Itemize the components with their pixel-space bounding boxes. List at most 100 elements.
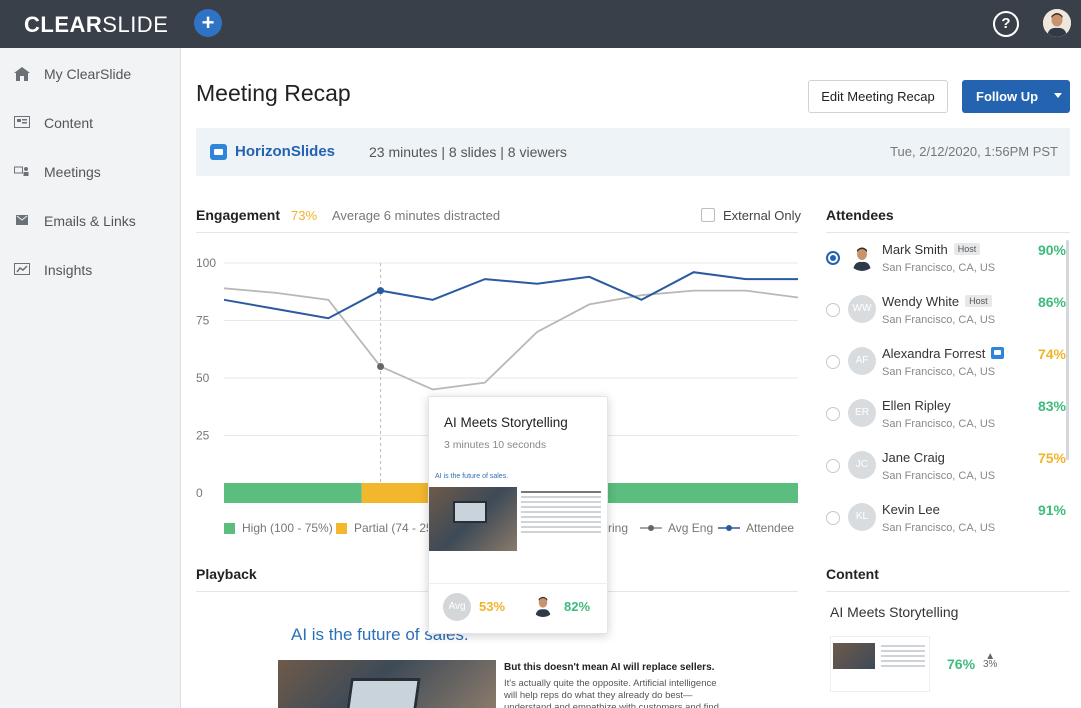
attendee-name: Mark Smith Host bbox=[882, 242, 981, 257]
attendee-radio[interactable] bbox=[826, 355, 840, 369]
laptop-image bbox=[453, 501, 487, 523]
tooltip-title: AI Meets Storytelling bbox=[444, 415, 568, 430]
attendee-name: Jane Craig bbox=[882, 450, 945, 465]
presentation-icon bbox=[210, 144, 227, 160]
legend-label: Avg Eng bbox=[668, 521, 714, 535]
attendee-location: San Francisco, CA, US bbox=[882, 262, 996, 274]
sidebar-item-emails-links[interactable]: Emails & Links bbox=[14, 211, 136, 231]
follow-up-button[interactable]: Follow Up bbox=[962, 80, 1070, 113]
engagement-title: Engagement bbox=[196, 207, 281, 223]
playback-title: Playback bbox=[196, 566, 257, 582]
tooltip-text-lines bbox=[521, 491, 601, 536]
y-tick-label: 100 bbox=[196, 256, 216, 270]
legend-low: ring bbox=[608, 521, 628, 535]
attendee-percent: 86% bbox=[1037, 294, 1066, 310]
email-icon bbox=[14, 214, 30, 228]
slide-bold-text: But this doesn't mean AI will replace se… bbox=[504, 662, 715, 673]
sidebar-item-label: My ClearSlide bbox=[44, 66, 132, 82]
attendee-location: San Francisco, CA, US bbox=[882, 314, 996, 326]
attendees-scrollbar[interactable] bbox=[1066, 240, 1069, 460]
attendee-row[interactable]: AF Alexandra Forrest San Francisco, CA, … bbox=[826, 346, 1066, 392]
divider bbox=[826, 591, 1070, 592]
legend-swatch bbox=[336, 522, 347, 534]
clearslide-logo[interactable]: CLEARSLIDE bbox=[24, 12, 168, 38]
meetings-icon bbox=[14, 165, 30, 179]
content-title: Content bbox=[826, 566, 879, 582]
attendee-row[interactable]: JC Jane Craig San Francisco, CA, US 75% bbox=[826, 450, 1066, 496]
user-avatar-icon bbox=[1043, 9, 1071, 37]
tooltip-slide-thumbnail: AI is the future of sales. bbox=[429, 469, 609, 579]
attendee-avatar: ER bbox=[848, 399, 876, 427]
attendee-radio[interactable] bbox=[826, 251, 840, 265]
host-badge: Host bbox=[965, 295, 992, 307]
attendee-row[interactable]: Mark Smith Host San Francisco, CA, US 90% bbox=[826, 242, 1066, 288]
attendee-avatar bbox=[531, 593, 555, 617]
attendee-avatar: WW bbox=[848, 295, 876, 323]
attendee-percent: 83% bbox=[1037, 398, 1066, 414]
sidebar-item-insights[interactable]: Insights bbox=[14, 260, 92, 280]
attendee-location: San Francisco, CA, US bbox=[882, 366, 996, 378]
attendee-percent: 74% bbox=[1037, 346, 1066, 362]
attendee-radio[interactable] bbox=[826, 407, 840, 421]
attendee-name: Alexandra Forrest bbox=[882, 346, 1005, 361]
series-line-attendee bbox=[223, 271, 798, 320]
content-item-name[interactable]: AI Meets Storytelling bbox=[830, 604, 958, 620]
tooltip-photo bbox=[429, 487, 517, 551]
attendee-row[interactable]: ER Ellen Ripley San Francisco, CA, US 83… bbox=[826, 398, 1066, 444]
edit-meeting-recap-button[interactable]: Edit Meeting Recap bbox=[808, 80, 948, 113]
sidebar-item-label: Insights bbox=[44, 262, 93, 278]
sidebar-item-label: Content bbox=[44, 115, 94, 131]
presentation-name[interactable]: HorizonSlides bbox=[235, 143, 335, 160]
attendee-radio[interactable] bbox=[826, 303, 840, 317]
sidebar: My ClearSlide Content Meetings Emails & … bbox=[0, 48, 181, 708]
attendee-location: San Francisco, CA, US bbox=[882, 522, 996, 534]
attendee-name: Ellen Ripley bbox=[882, 398, 951, 413]
sidebar-item-content[interactable]: Content bbox=[14, 113, 93, 133]
attendee-percent: 75% bbox=[1037, 450, 1066, 466]
legend-swatch bbox=[224, 522, 235, 534]
add-button[interactable]: + bbox=[194, 9, 222, 37]
attendee-name: Kevin Lee bbox=[882, 502, 940, 517]
insights-icon bbox=[14, 263, 30, 277]
attendee-avatar: AF bbox=[848, 347, 876, 375]
avg-avatar: Avg bbox=[443, 593, 471, 621]
meeting-info-bar: HorizonSlides 23 minutes | 8 slides | 8 … bbox=[196, 128, 1070, 176]
attendee-percent: 91% bbox=[1037, 502, 1066, 518]
divider bbox=[429, 583, 609, 584]
attendee-avatar: KL bbox=[848, 503, 876, 531]
attendee-name: Wendy White Host bbox=[882, 294, 992, 309]
sidebar-item-label: Emails & Links bbox=[44, 213, 136, 229]
legend-label: ring bbox=[608, 521, 629, 535]
sidebar-item-my-clearslide[interactable]: My ClearSlide bbox=[14, 64, 131, 84]
avg-eng-point bbox=[377, 363, 385, 370]
external-only-label[interactable]: External Only bbox=[723, 208, 801, 223]
person-photo-icon bbox=[531, 593, 555, 617]
legend-partial: Partial (74 - 25 bbox=[336, 521, 433, 535]
attendee-location: San Francisco, CA, US bbox=[882, 418, 996, 430]
plus-icon: + bbox=[201, 10, 215, 35]
attendee-row[interactable]: WW Wendy White Host San Francisco, CA, US… bbox=[826, 294, 1066, 340]
content-delta: ▲ 3% bbox=[983, 651, 998, 670]
attendees-title: Attendees bbox=[826, 207, 894, 223]
legend-high: High (100 - 75%) bbox=[224, 521, 333, 535]
content-thumbnail[interactable] bbox=[830, 636, 930, 692]
content-percent: 76% bbox=[947, 656, 976, 672]
sidebar-item-meetings[interactable]: Meetings bbox=[14, 162, 101, 182]
series-line-avg-eng bbox=[223, 287, 799, 391]
external-only-checkbox[interactable] bbox=[701, 208, 715, 222]
slide-tooltip: AI Meets Storytelling 3 minutes 10 secon… bbox=[428, 396, 609, 634]
tooltip-attendee-percent: 82% bbox=[564, 599, 591, 614]
help-button[interactable]: ? bbox=[993, 11, 1019, 37]
attendee-radio[interactable] bbox=[826, 511, 840, 525]
attendee-radio[interactable] bbox=[826, 459, 840, 473]
attendee-location: San Francisco, CA, US bbox=[882, 470, 996, 482]
engagement-band-high bbox=[224, 483, 362, 503]
user-avatar[interactable] bbox=[1043, 9, 1071, 37]
attendee-row[interactable]: KL Kevin Lee San Francisco, CA, US 91% bbox=[826, 502, 1066, 548]
meeting-date: Tue, 2/12/2020, 1:56PM PST bbox=[890, 144, 1058, 159]
attendee-avatar bbox=[848, 243, 876, 271]
host-badge: Host bbox=[953, 243, 981, 255]
attendee-avatar: JC bbox=[848, 451, 876, 479]
slide-photo bbox=[278, 660, 496, 708]
chevron-down-icon[interactable] bbox=[1054, 93, 1062, 98]
